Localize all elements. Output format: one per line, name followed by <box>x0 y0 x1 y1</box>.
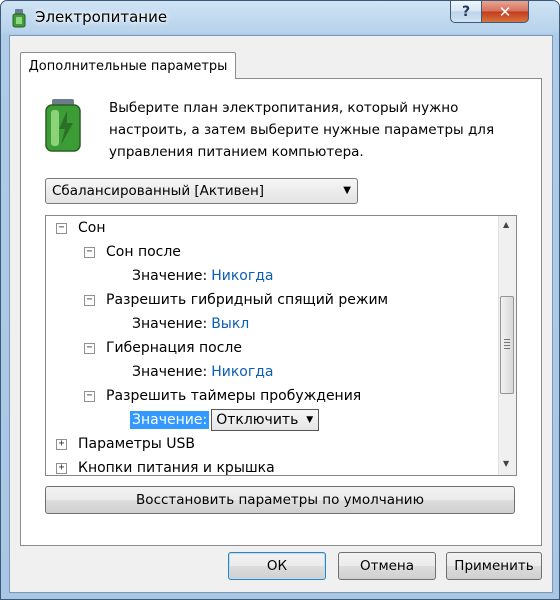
tree-node-hibernate-after[interactable]: − Гибернация после <box>84 337 242 359</box>
collapse-icon[interactable]: − <box>84 342 95 354</box>
tree-vertical-scrollbar[interactable]: ▲ ▼ <box>498 216 516 475</box>
tree-node-label: Разрешить таймеры пробуждения <box>106 388 362 404</box>
tree-node-wake-timers[interactable]: − Разрешить таймеры пробуждения <box>84 385 361 407</box>
wake-timers-dropdown[interactable]: Отключить ▼ <box>211 409 320 431</box>
collapse-icon[interactable]: − <box>84 246 95 258</box>
power-plan-value: Сбалансированный [Активен] <box>52 183 265 199</box>
hybrid-sleep-value-link[interactable]: Выкл <box>211 316 249 332</box>
plan-description: Выберите план электропитания, который ну… <box>109 100 495 160</box>
help-button[interactable]: ? <box>450 1 482 23</box>
setting-value-row[interactable]: Значение: Выкл <box>132 313 249 335</box>
collapse-icon[interactable]: − <box>56 222 67 234</box>
restore-defaults-button[interactable]: Восстановить параметры по умолчанию <box>45 486 515 514</box>
title-bar[interactable]: Электропитание ? ✕ <box>1 1 559 35</box>
cancel-button[interactable]: Отмена <box>338 552 436 580</box>
tree-node-label: Сон <box>78 220 106 236</box>
tree-node-label: Гибернация после <box>106 340 242 356</box>
tree-node-hybrid-sleep[interactable]: − Разрешить гибридный спящий режим <box>84 289 388 311</box>
grip-line <box>504 348 510 349</box>
collapse-icon[interactable]: − <box>84 294 95 306</box>
chevron-down-icon: ▼ <box>306 415 314 425</box>
chevron-down-icon: ▼ <box>343 185 351 196</box>
apply-button[interactable]: Применить <box>446 552 542 580</box>
battery-icon <box>45 99 81 152</box>
tab-panel: Выберите план электропитания, который ну… <box>20 78 542 546</box>
settings-tree[interactable]: − Сон − Сон после Значение: Никогда − Ра… <box>45 215 517 476</box>
value-label: Значение: <box>132 316 208 332</box>
power-options-window: Электропитание ? ✕ Дополнительные параме… <box>0 0 560 600</box>
grip-line <box>504 345 510 346</box>
tree-node-sleep[interactable]: − Сон <box>56 217 106 239</box>
setting-value-row[interactable]: Значение: Никогда <box>132 361 273 383</box>
expand-icon[interactable]: + <box>56 438 67 450</box>
expand-icon[interactable]: + <box>56 462 67 474</box>
scroll-down-arrow-icon[interactable]: ▼ <box>503 459 509 468</box>
sleep-after-value-link[interactable]: Никогда <box>211 268 273 284</box>
tree-node-power-buttons[interactable]: + Кнопки питания и крышка <box>56 457 275 476</box>
grip-line <box>504 339 510 340</box>
setting-value-row-selected[interactable]: Значение: Отключить ▼ <box>130 409 320 431</box>
power-plan-dropdown[interactable]: Сбалансированный [Активен] ▼ <box>45 178 358 204</box>
scroll-up-arrow-icon[interactable]: ▲ <box>503 220 509 229</box>
window-title: Электропитание <box>35 8 168 26</box>
grip-line <box>504 342 510 343</box>
value-label: Значение: <box>132 364 208 380</box>
tree-node-label: Разрешить гибридный спящий режим <box>106 292 389 308</box>
collapse-icon[interactable]: − <box>84 390 95 402</box>
wake-timers-value: Отключить <box>216 412 299 428</box>
value-label: Значение: <box>132 268 208 284</box>
tree-node-usb-settings[interactable]: + Параметры USB <box>56 433 195 455</box>
ok-button[interactable]: ОК <box>228 552 326 580</box>
scroll-thumb[interactable] <box>500 296 514 394</box>
dialog-client-area: Дополнительные параметры Выберите план э… <box>9 35 553 593</box>
tab-advanced-settings[interactable]: Дополнительные параметры <box>20 52 236 79</box>
close-button[interactable]: ✕ <box>481 1 529 23</box>
tree-node-label: Сон после <box>106 244 181 260</box>
power-plug-icon <box>12 9 26 28</box>
tree-node-sleep-after[interactable]: − Сон после <box>84 241 181 263</box>
setting-value-row[interactable]: Значение: Никогда <box>132 265 273 287</box>
tree-node-label: Параметры USB <box>78 436 196 452</box>
hibernate-value-link[interactable]: Никогда <box>211 364 273 380</box>
tree-node-label: Кнопки питания и крышка <box>78 460 275 476</box>
value-label-selected: Значение: <box>130 411 210 429</box>
